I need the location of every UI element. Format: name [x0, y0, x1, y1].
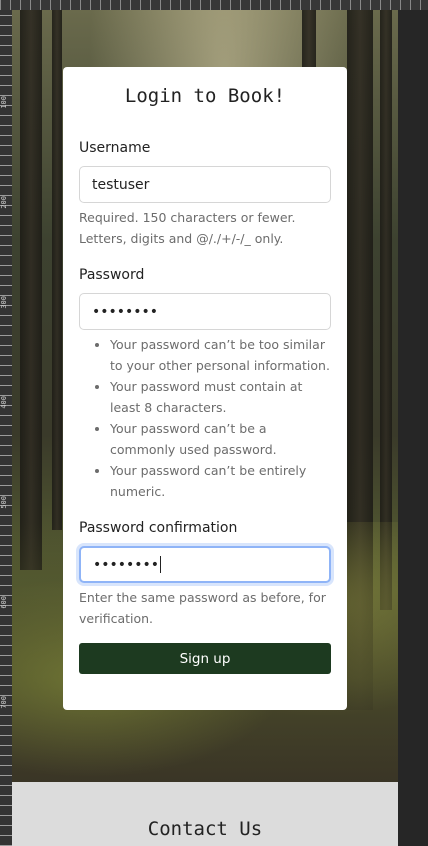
ruler-tick: 400: [0, 396, 8, 409]
right-gutter: [398, 0, 428, 846]
password-rule: Your password can’t be a commonly used p…: [110, 418, 331, 460]
signup-card: Login to Book! Username testuser Require…: [63, 67, 347, 710]
password-confirmation-value: ••••••••: [93, 556, 160, 573]
password-rule: Your password can’t be too similar to yo…: [110, 334, 331, 376]
password-rule: Your password can’t be entirely numeric.: [110, 460, 331, 502]
ruler-tick: 200: [0, 196, 8, 209]
ruler-left: 100 200 300 400 500 600 700: [0, 10, 12, 846]
tree-trunk: [52, 10, 62, 530]
tree-trunk: [20, 10, 42, 570]
page-title: Login to Book!: [124, 85, 286, 107]
password-label: Password: [79, 267, 145, 283]
password-value: ••••••••: [92, 303, 159, 320]
footer-title: Contact Us: [147, 818, 263, 840]
password-rules: Your password can’t be too similar to yo…: [79, 334, 331, 502]
ruler-tick: 500: [0, 496, 8, 509]
text-caret: [160, 556, 162, 573]
footer: Contact Us: [12, 782, 398, 846]
username-input[interactable]: testuser: [79, 166, 331, 203]
ruler-tick: 100: [0, 96, 8, 109]
ruler-top: [0, 0, 428, 10]
username-label: Username: [79, 140, 151, 156]
password-input[interactable]: ••••••••: [79, 293, 331, 330]
username-help: Required. 150 characters or fewer. Lette…: [79, 210, 296, 246]
tree-trunk: [380, 10, 392, 610]
sign-up-button[interactable]: Sign up: [79, 643, 331, 674]
ruler-tick: 300: [0, 296, 8, 309]
password-rule: Your password must contain at least 8 ch…: [110, 376, 331, 418]
ruler-tick: 700: [0, 696, 8, 709]
ruler-tick: 600: [0, 596, 8, 609]
password-confirmation-label: Password confirmation: [79, 520, 238, 536]
password-confirmation-help: Enter the same password as before, for v…: [79, 590, 326, 626]
username-value: testuser: [92, 176, 150, 193]
password-confirmation-input[interactable]: ••••••••: [79, 546, 331, 583]
